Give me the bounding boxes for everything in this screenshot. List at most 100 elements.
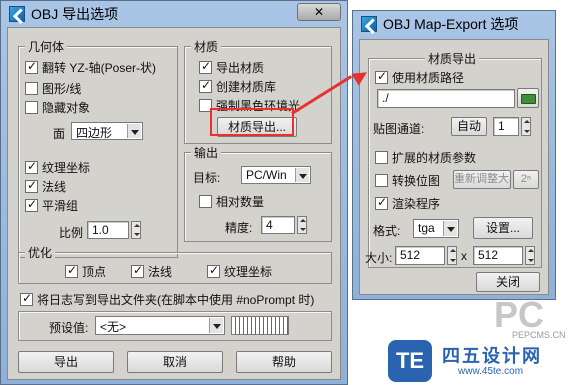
pc-watermark-url: PEPCMS.CN (512, 330, 566, 340)
write-log-check[interactable] (20, 291, 33, 306)
normals-checkbox[interactable]: 法线 (25, 178, 66, 195)
pc-watermark: PC PEPCMS.CN (480, 294, 576, 344)
channel-spinner[interactable] (521, 117, 531, 136)
opt-normals-check[interactable] (131, 263, 144, 278)
scale-label: 比例 (59, 226, 84, 240)
channel-label: 贴图通道: (373, 122, 425, 136)
preset-select[interactable]: <无> (95, 316, 225, 335)
preset-slider-icon[interactable] (231, 316, 289, 335)
map-app-icon (361, 16, 377, 32)
map-titlebar[interactable]: OBJ Map-Export 选项 (353, 11, 555, 37)
create-library-checkbox[interactable]: 创建材质库 (199, 78, 276, 95)
path-input[interactable]: ./ (377, 89, 515, 108)
format-select[interactable]: tga (413, 219, 459, 238)
opt-normals-label: 法线 (148, 265, 173, 279)
output-group-title: 输出 (191, 144, 222, 161)
map-close-button[interactable]: 关闭 (476, 272, 540, 292)
format-settings-button[interactable]: 设置... (473, 217, 533, 239)
target-value: PC/Win (246, 168, 287, 182)
hidden-check[interactable] (25, 101, 38, 114)
export-button[interactable]: 导出 (18, 351, 114, 373)
browse-folder-button[interactable] (517, 88, 539, 108)
use-path-label: 使用材质路径 (392, 71, 465, 85)
size-label: 大小: (365, 251, 393, 265)
opt-vertices-check[interactable] (65, 263, 78, 278)
use-path-check[interactable] (375, 69, 388, 84)
smoothing-check[interactable] (25, 197, 38, 212)
create-library-check[interactable] (199, 78, 212, 93)
faces-dropdown-icon[interactable] (127, 124, 141, 138)
annotation-highlight-box (210, 108, 294, 136)
main-titlebar[interactable]: OBJ 导出选项 (1, 1, 347, 27)
map-export-window: OBJ Map-Export 选项 材质导出 使用材质路径 ./ 贴图通道: 自… (352, 10, 556, 300)
export-material-checkbox[interactable]: 导出材质 (199, 59, 264, 76)
scale-spinner[interactable] (131, 221, 141, 239)
optimize-group: 优化 顶点 法线 纹理坐标 (18, 244, 332, 284)
shapes-check[interactable] (25, 82, 38, 95)
output-group: 输出 目标: PC/Win 相对数量 精度: 4 (184, 144, 332, 242)
optimize-group-title: 优化 (25, 244, 56, 261)
export-material-check[interactable] (199, 59, 212, 74)
size-width-spinner[interactable] (447, 246, 457, 265)
te-watermark-url: www.45te.com (458, 366, 524, 377)
texcoords-checkbox[interactable]: 纹理坐标 (25, 159, 90, 176)
extended-params-checkbox[interactable]: 扩展的材质参数 (375, 149, 476, 166)
material-group-title: 材质 (191, 38, 222, 55)
convert-bitmap-checkbox[interactable]: 转换位图 (375, 172, 440, 189)
opt-normals-checkbox[interactable]: 法线 (131, 263, 172, 280)
precision-input[interactable]: 4 (261, 216, 295, 234)
power-of-two-button[interactable]: 2ⁿ (513, 170, 539, 189)
render-check[interactable] (375, 195, 388, 210)
opt-texcoords-checkbox[interactable]: 纹理坐标 (207, 263, 272, 280)
preset-dropdown-icon[interactable] (209, 318, 223, 333)
te-watermark: TE 四五设计网 www.45te.com (388, 340, 578, 382)
auto-channel-button[interactable]: 自动 (451, 117, 487, 136)
main-window-title: OBJ 导出选项 (31, 6, 119, 22)
channel-input[interactable]: 1 (493, 117, 519, 136)
size-height-spinner[interactable] (525, 246, 535, 265)
extended-params-label: 扩展的材质参数 (392, 151, 477, 165)
target-dropdown-icon[interactable] (295, 168, 309, 182)
write-log-checkbox[interactable]: 将日志写到导出文件夹(在脚本中使用 #noPrompt 时) (20, 291, 314, 308)
scale-input[interactable]: 1.0 (87, 221, 129, 239)
texcoords-label: 纹理坐标 (42, 161, 91, 175)
normals-check[interactable] (25, 178, 38, 193)
smoothing-checkbox[interactable]: 平滑组 (25, 197, 78, 214)
opt-vertices-checkbox[interactable]: 顶点 (65, 263, 106, 280)
obj-export-window: OBJ 导出选项 ✕ 几何体 翻转 YZ-轴(Poser-状) 图形/线 隐藏对… (0, 0, 348, 385)
folder-open-icon (521, 94, 536, 104)
hidden-checkbox[interactable]: 隐藏对象 (25, 99, 90, 116)
shapes-checkbox[interactable]: 图形/线 (25, 80, 81, 97)
flip-yz-checkbox[interactable]: 翻转 YZ-轴(Poser-状) (25, 59, 156, 76)
render-checkbox[interactable]: 渲染程序 (375, 195, 440, 212)
target-select[interactable]: PC/Win (241, 166, 311, 184)
main-client-area: 几何体 翻转 YZ-轴(Poser-状) 图形/线 隐藏对象 面 四边形 纹理坐… (7, 27, 341, 380)
flip-yz-check[interactable] (25, 59, 38, 74)
precision-spinner[interactable] (297, 216, 307, 234)
convert-bitmap-check[interactable] (375, 174, 388, 187)
format-dropdown-icon[interactable] (443, 221, 457, 236)
main-close-button[interactable]: ✕ (297, 3, 341, 21)
format-label: 格式: (373, 224, 401, 238)
export-material-label: 导出材质 (216, 61, 265, 75)
relative-checkbox[interactable]: 相对数量 (199, 193, 264, 210)
relative-check[interactable] (199, 195, 212, 208)
preset-label: 预设值: (49, 321, 89, 335)
help-button[interactable]: 帮助 (236, 351, 332, 373)
flip-yz-label: 翻转 YZ-轴(Poser-状) (42, 61, 157, 75)
size-width-input[interactable]: 512 (395, 246, 445, 265)
faces-select[interactable]: 四边形 (71, 122, 143, 140)
use-path-checkbox[interactable]: 使用材质路径 (375, 69, 464, 86)
cancel-button[interactable]: 取消 (127, 351, 223, 373)
extended-params-check[interactable] (375, 151, 388, 164)
opt-vertices-label: 顶点 (82, 265, 107, 279)
size-height-input[interactable]: 512 (473, 246, 523, 265)
precision-label: 精度: (225, 221, 253, 235)
opt-texcoords-check[interactable] (207, 263, 220, 278)
map-window-title: OBJ Map-Export 选项 (383, 16, 519, 32)
map-export-group-title: 材质导出 (425, 50, 480, 67)
te-logo-text: TE (395, 348, 425, 373)
texcoords-check[interactable] (25, 159, 38, 174)
map-client-area: 材质导出 使用材质路径 ./ 贴图通道: 自动 1 扩展的材质参数 转换位图 重… (359, 39, 549, 295)
resize-button[interactable]: 重新调整大小 (453, 170, 511, 189)
